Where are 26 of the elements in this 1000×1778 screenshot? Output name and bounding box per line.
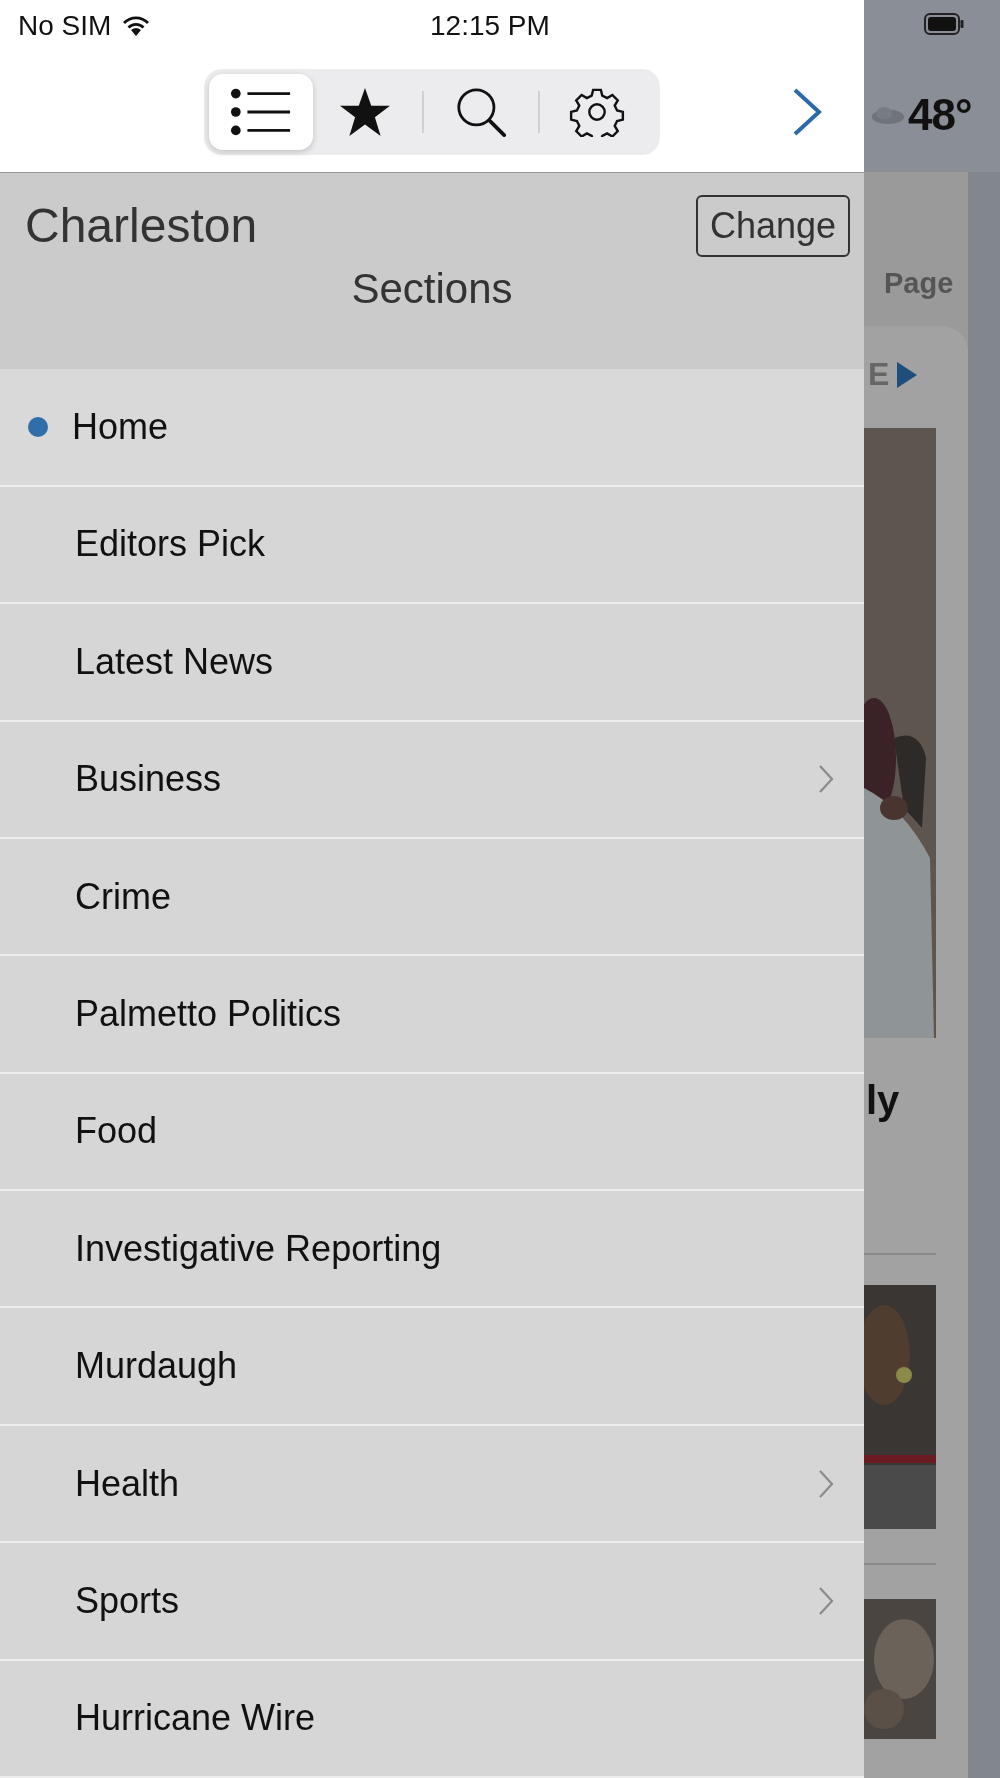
battery-icon (924, 13, 964, 35)
carrier-label: No SIM (18, 9, 112, 42)
section-item[interactable]: Editors Pick (0, 486, 864, 605)
list-icon (230, 86, 292, 137)
section-item[interactable]: Hurricane Wire (0, 1660, 864, 1778)
section-item[interactable]: Palmetto Politics (0, 956, 864, 1074)
change-button[interactable]: Change (695, 194, 850, 257)
temperature: 48° (908, 90, 972, 140)
selected-dot (28, 417, 48, 437)
section-item[interactable]: Health (0, 1425, 864, 1544)
city-name: Charleston (25, 198, 258, 254)
list-tab[interactable] (209, 73, 313, 150)
status-time: 12:15 PM (430, 9, 550, 42)
section-item[interactable]: Business (0, 721, 864, 839)
section-item[interactable]: Crime (0, 838, 864, 957)
wifi-icon (121, 14, 152, 37)
sections-title: Sections (351, 264, 513, 313)
play-icon (897, 361, 918, 388)
section-item[interactable]: Food (0, 1073, 864, 1192)
section-item[interactable]: Latest News (0, 604, 864, 722)
chevron-right-icon[interactable] (792, 87, 822, 136)
page-heading: Page (884, 267, 955, 300)
headline: ly (866, 1078, 901, 1123)
section-item[interactable]: Sports (0, 1543, 864, 1661)
section-item[interactable]: Murdaugh (0, 1308, 864, 1426)
section-item[interactable]: Investigative Reporting (0, 1191, 864, 1309)
